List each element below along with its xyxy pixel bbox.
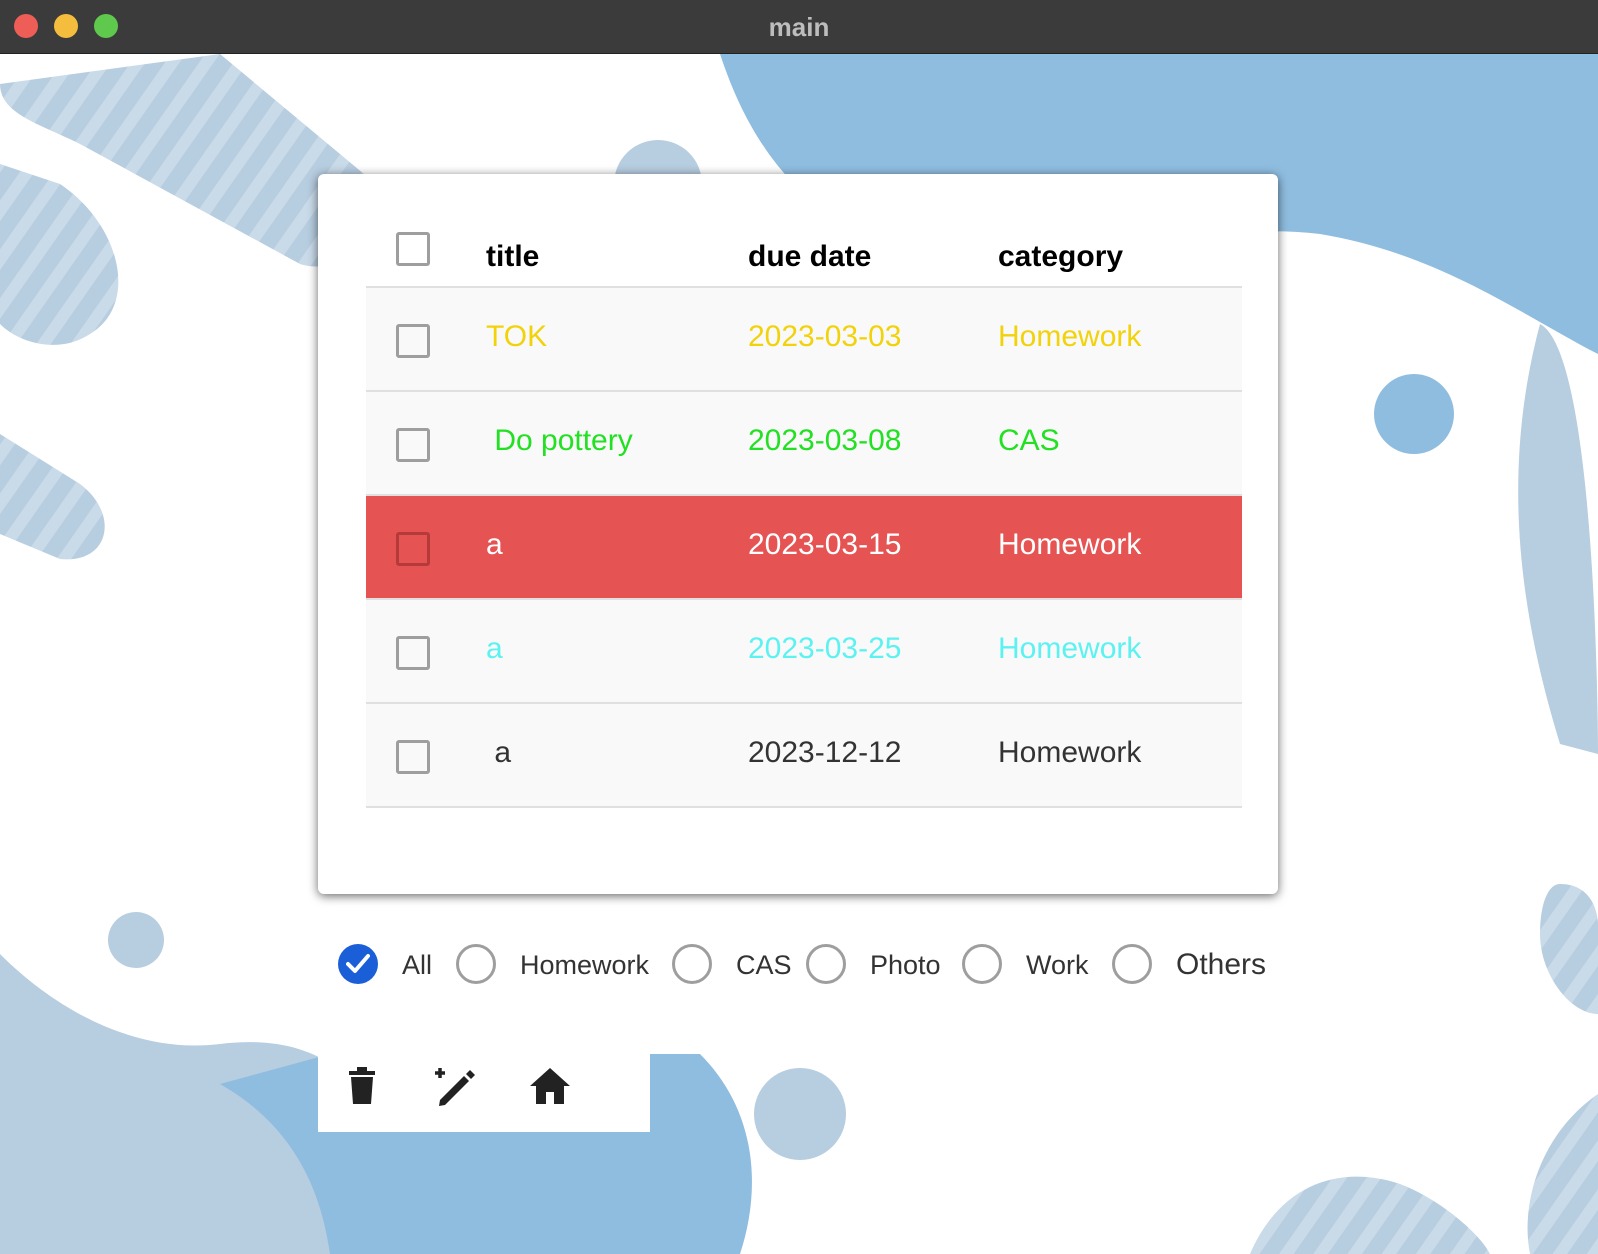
check-icon (346, 954, 370, 973)
row-title: a (486, 528, 503, 561)
tasks-card: title due date category TOK 2023-03-03 Hom… (318, 174, 1278, 894)
row-title: TOK (486, 320, 548, 353)
row-checkbox[interactable] (396, 324, 430, 358)
filter-radio-all[interactable] (338, 944, 378, 984)
filter-label-others[interactable]: Others (1176, 948, 1266, 982)
delete-button[interactable] (336, 1060, 388, 1112)
table-row[interactable]: Do pottery 2023-03-08 CAS (366, 392, 1242, 496)
filter-radio-homework[interactable] (456, 944, 496, 984)
edit-button[interactable] (430, 1060, 482, 1112)
row-due-date: 2023-03-03 (748, 320, 902, 353)
trash-icon (349, 1067, 375, 1104)
table-row[interactable]: TOK 2023-03-03 Homework (366, 288, 1242, 392)
row-category: Homework (998, 632, 1142, 665)
home-icon (530, 1068, 570, 1104)
action-toolbar (318, 1036, 650, 1132)
filter-radio-others[interactable] (1112, 944, 1152, 984)
filter-label-work[interactable]: Work (1026, 950, 1089, 981)
row-checkbox[interactable] (396, 532, 430, 566)
table-row[interactable]: a 2023-12-12 Homework (366, 704, 1242, 808)
home-button[interactable] (524, 1060, 576, 1112)
row-title: a (486, 736, 512, 769)
row-category: Homework (998, 528, 1142, 561)
table-row[interactable]: a 2023-03-25 Homework (366, 600, 1242, 704)
table-row[interactable]: a 2023-03-15 Homework (366, 496, 1242, 600)
row-checkbox[interactable] (396, 636, 430, 670)
select-all-checkbox[interactable] (396, 232, 430, 266)
filter-radio-photo[interactable] (806, 944, 846, 984)
category-filter-group: All Homework CAS Photo Work Others (338, 940, 1298, 990)
row-due-date: 2023-12-12 (748, 736, 902, 769)
filter-label-photo[interactable]: Photo (870, 950, 941, 981)
row-category: Homework (998, 320, 1142, 353)
header-category[interactable]: category (998, 240, 1123, 274)
row-due-date: 2023-03-08 (748, 424, 902, 457)
header-title[interactable]: title (486, 240, 539, 274)
table-body: TOK 2023-03-03 Homework Do pottery 2023-03-… (366, 288, 1242, 808)
row-title: Do pottery (486, 424, 633, 457)
row-category: CAS (998, 424, 1060, 457)
row-due-date: 2023-03-15 (748, 528, 902, 561)
filter-radio-work[interactable] (962, 944, 1002, 984)
table-header: title due date category (366, 214, 1242, 288)
title-bar: main (0, 0, 1598, 54)
row-title: a (486, 632, 503, 665)
row-checkbox[interactable] (396, 428, 430, 462)
row-checkbox[interactable] (396, 740, 430, 774)
filter-label-homework[interactable]: Homework (520, 950, 649, 981)
tasks-table: title due date category TOK 2023-03-03 Hom… (366, 214, 1242, 808)
filter-label-all[interactable]: All (402, 950, 432, 981)
row-due-date: 2023-03-25 (748, 632, 902, 665)
header-due-date[interactable]: due date (748, 240, 871, 274)
edit-magic-icon (435, 1068, 475, 1106)
filter-label-cas[interactable]: CAS (736, 950, 792, 981)
row-category: Homework (998, 736, 1142, 769)
filter-radio-cas[interactable] (672, 944, 712, 984)
window-title: main (768, 12, 830, 42)
